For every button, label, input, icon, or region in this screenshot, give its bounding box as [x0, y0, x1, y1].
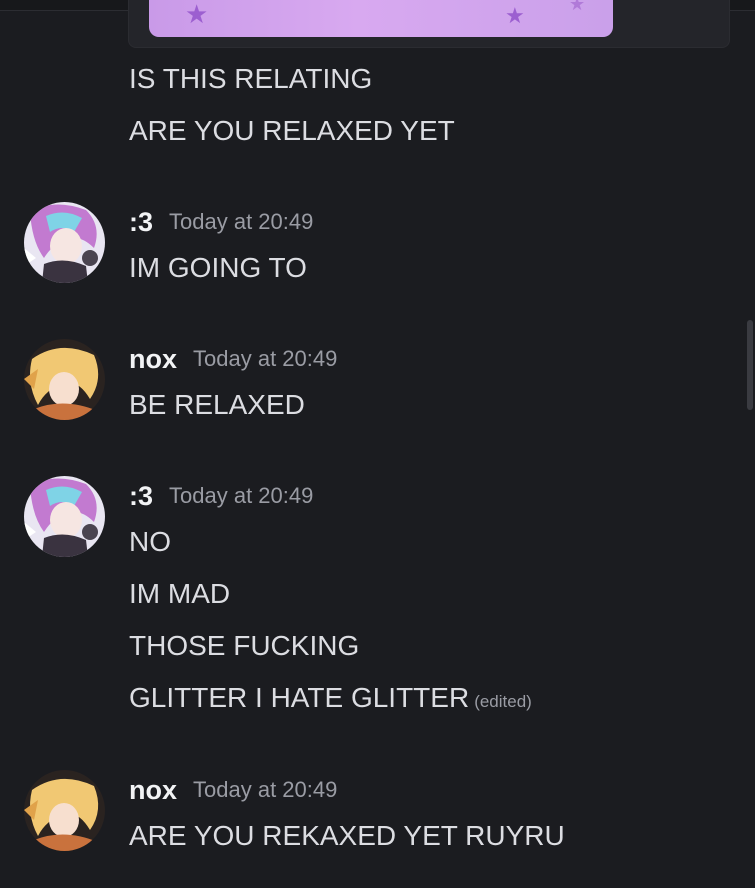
message-text: ARE YOU REKAXED YET RUYRU	[129, 820, 565, 851]
message-text: GLITTER I HATE GLITTER	[129, 682, 470, 713]
embed-card: ★ ★ ★	[128, 0, 730, 48]
message-text: BE RELAXED	[129, 389, 305, 420]
timestamp[interactable]: Today at 20:49	[193, 346, 337, 371]
star-icon: ★	[185, 0, 209, 30]
username[interactable]: nox	[129, 775, 177, 805]
star-icon: ★	[505, 4, 525, 29]
message-line: GLITTER I HATE GLITTER (edited)	[129, 681, 532, 719]
timestamp[interactable]: Today at 20:49	[169, 209, 313, 234]
message-header: :3 Today at 20:49	[129, 205, 313, 239]
blonde-character-avatar-icon	[24, 339, 105, 420]
blonde-character-avatar-icon	[24, 770, 105, 851]
username[interactable]: nox	[129, 344, 177, 374]
timestamp[interactable]: Today at 20:49	[193, 777, 337, 802]
message-text: ARE YOU RELAXED YET	[129, 115, 455, 146]
message-header: nox Today at 20:49	[129, 342, 337, 376]
timestamp[interactable]: Today at 20:49	[169, 483, 313, 508]
avatar[interactable]	[24, 339, 105, 420]
scrollbar[interactable]	[747, 320, 753, 410]
message-text: IS THIS RELATING	[129, 63, 373, 94]
message-text: IM GOING TO	[129, 252, 307, 283]
message-text: IM MAD	[129, 578, 231, 609]
pink-haired-character-avatar-icon	[24, 202, 105, 283]
avatar[interactable]	[24, 770, 105, 851]
message-text: THOSE FUCKING	[129, 630, 360, 661]
edited-label: (edited)	[474, 692, 532, 711]
message-header: nox Today at 20:49	[129, 773, 337, 807]
username[interactable]: :3	[129, 207, 153, 237]
message-header: :3 Today at 20:49	[129, 479, 313, 513]
avatar[interactable]	[24, 476, 105, 557]
username[interactable]: :3	[129, 481, 153, 511]
embed-image[interactable]: ★ ★ ★	[149, 0, 613, 37]
message-text: NO	[129, 526, 171, 557]
star-icon: ★	[569, 0, 586, 15]
pink-haired-character-avatar-icon	[24, 476, 105, 557]
avatar[interactable]	[24, 202, 105, 283]
